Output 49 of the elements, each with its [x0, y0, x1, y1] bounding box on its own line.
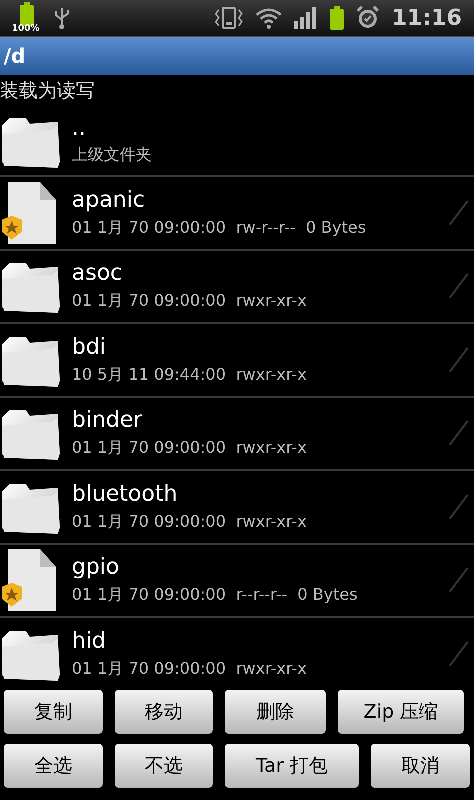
vibrate-icon: [214, 6, 244, 30]
action-button[interactable]: 移动: [115, 690, 213, 734]
file-row[interactable]: binder 01 1月 70 09:00:00 rwxr-xr-x: [0, 398, 474, 471]
action-button[interactable]: 复制: [4, 690, 103, 734]
file-name: binder: [72, 407, 144, 436]
action-button[interactable]: Zip 压缩: [338, 690, 464, 734]
file-name: gpio: [72, 554, 121, 582]
wifi-icon: [256, 7, 282, 29]
action-button[interactable]: 删除: [225, 690, 326, 734]
check-mark[interactable]: [448, 198, 470, 227]
file-details: 10 5月 11 09:44:00 rwxr-xr-x: [72, 364, 308, 386]
file-row[interactable]: bluetooth 01 1月 70 09:00:00 rwxr-xr-x: [0, 471, 474, 544]
battery-icon: [330, 6, 344, 30]
check-mark[interactable]: [448, 640, 470, 668]
file-name: bdi: [72, 334, 108, 362]
path-title: /d: [4, 43, 26, 70]
file-details: 01 1月 70 09:00:00 rw-r--r-- 0 Bytes: [72, 216, 368, 239]
file-name: asoc: [72, 260, 124, 288]
file-name: bluetooth: [72, 480, 179, 509]
file-row[interactable]: asoc 01 1月 70 09:00:00 rwxr-xr-x: [0, 250, 474, 324]
action-button[interactable]: 全选: [4, 744, 103, 788]
file-name: apanic: [72, 186, 146, 215]
action-button[interactable]: Tar 打包: [225, 744, 359, 788]
file-details: 01 1月 70 09:00:00 rwxr-xr-x: [72, 437, 308, 460]
check-mark[interactable]: [448, 346, 470, 374]
check-mark[interactable]: [448, 272, 470, 300]
file-details: 上级文件夹: [72, 144, 152, 166]
check-mark[interactable]: [448, 419, 470, 448]
check-mark[interactable]: [448, 566, 470, 594]
battery-icon: [20, 2, 34, 26]
file-name: hid: [72, 628, 108, 656]
parent-folder-row[interactable]: .. 上级文件夹: [0, 107, 474, 177]
file-details: 01 1月 70 09:00:00 rwxr-xr-x: [72, 290, 308, 312]
file-details: 01 1月 70 09:00:00 rwxr-xr-x: [72, 658, 308, 680]
file-row[interactable]: bdi 10 5月 11 09:44:00 rwxr-xr-x: [0, 324, 474, 398]
mount-mode-label[interactable]: 装载为读写: [0, 75, 474, 107]
usb-icon: [54, 6, 70, 30]
signal-icon: [294, 7, 318, 29]
file-row[interactable]: apanic 01 1月 70 09:00:00 rw-r--r-- 0 Bytes: [0, 177, 474, 250]
file-row[interactable]: gpio 01 1月 70 09:00:00 r--r--r-- 0 Bytes: [0, 544, 474, 618]
file-details: 01 1月 70 09:00:00 rwxr-xr-x: [72, 510, 308, 533]
action-button[interactable]: 取消: [371, 744, 470, 788]
alarm-clock-icon: [356, 6, 380, 30]
file-details: 01 1月 70 09:00:00 r--r--r-- 0 Bytes: [72, 584, 359, 606]
clock-time: 11:16: [392, 4, 462, 32]
file-name: ..: [72, 115, 87, 143]
battery-level: 100%: [12, 22, 40, 36]
action-button[interactable]: 不选: [115, 744, 213, 788]
check-mark[interactable]: [448, 492, 470, 521]
